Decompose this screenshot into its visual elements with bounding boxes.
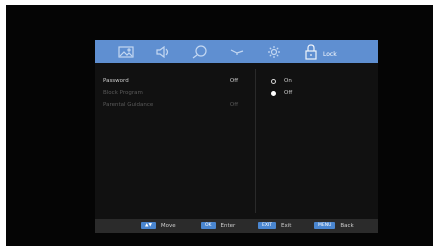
option-on[interactable]: On [271,75,292,87]
option-off[interactable]: Off [271,87,292,99]
radio-on[interactable] [271,78,276,84]
setting-value: Off [229,102,238,108]
option-label: On [284,78,292,84]
hint-label: Enter [220,222,236,229]
tab-channel-search[interactable] [181,40,218,63]
option-label: Off [284,90,293,96]
radio-off[interactable] [271,90,276,96]
tv-screen: Lock Password Off Block Program Parental… [6,5,433,246]
hint-exit: EXIT Exit [258,222,291,229]
setting-block-program[interactable]: Block Program [103,87,246,99]
picture-icon [117,45,134,58]
setting-parental-guidance[interactable]: Parental Guidance Off [103,99,246,111]
time-icon [230,48,243,55]
tab-picture[interactable] [107,40,144,63]
panel-divider [255,69,256,213]
exit-key: EXIT [258,222,277,229]
hint-move: ▲▼ Move [141,222,176,229]
osd-menu: Lock Password Off Block Program Parental… [95,40,378,233]
hint-label: Move [160,222,176,229]
setup-gear-icon [267,45,280,58]
sound-icon [155,45,168,58]
menu-key: MENU [314,222,336,229]
tab-time[interactable] [218,40,255,63]
hint-enter: OK Enter [201,222,235,229]
hint-label: Exit [281,222,292,229]
tab-lock[interactable] [292,40,329,63]
setting-label: Parental Guidance [103,102,154,108]
menu-tab-bar: Lock [95,40,378,63]
setting-password[interactable]: Password Off [103,75,246,87]
tab-sound[interactable] [144,40,181,63]
hint-label: Back [340,222,354,229]
hint-bar: ▲▼ Move OK Enter EXIT Exit MENU Back [95,219,378,233]
move-key: ▲▼ [141,222,156,229]
lock-settings-panel: Password Off Block Program Parental Guid… [95,63,378,219]
search-channel-icon [192,44,207,58]
lock-icon [304,43,317,60]
ok-key: OK [201,222,216,229]
tab-setup[interactable] [255,40,292,63]
setting-label: Password [103,78,129,84]
setting-label: Block Program [103,90,143,96]
hint-back: MENU Back [314,222,354,229]
setting-value: Off [229,78,238,84]
